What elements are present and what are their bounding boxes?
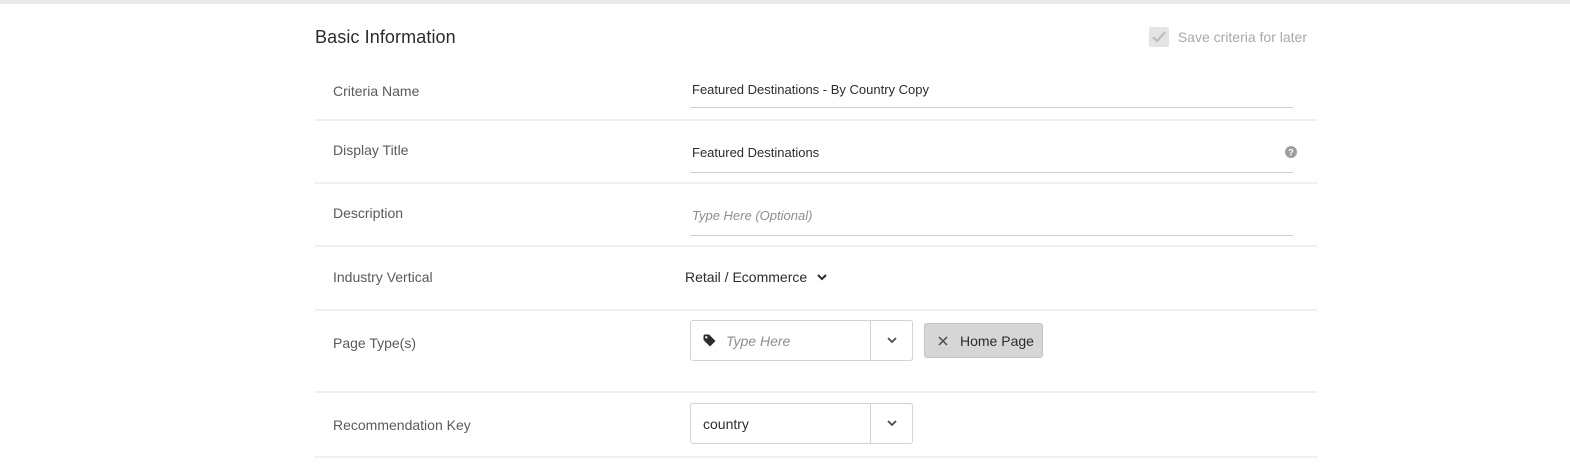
- description-placeholder: Type Here (Optional): [692, 208, 813, 223]
- display-title-input[interactable]: Featured Destinations: [690, 144, 1293, 173]
- recommendation-key-select[interactable]: country: [690, 403, 913, 444]
- display-title-row: Display Title Featured Destinations ?: [315, 121, 1317, 184]
- industry-vertical-value: Retail / Ecommerce: [685, 269, 808, 285]
- page-types-dropdown-button[interactable]: [870, 321, 912, 360]
- recommendation-key-label: Recommendation Key: [333, 417, 471, 433]
- recommendation-key-dropdown-button[interactable]: [870, 404, 912, 443]
- criteria-name-label: Criteria Name: [333, 83, 420, 99]
- question-circle-icon[interactable]: ?: [1285, 146, 1297, 158]
- chevron-down-icon: [886, 337, 897, 344]
- tag-icon: [703, 334, 716, 347]
- checkmark-icon: [1152, 31, 1166, 43]
- chevron-down-icon: [817, 273, 827, 280]
- chevron-down-icon: [886, 420, 897, 427]
- description-row: Description Type Here (Optional): [315, 184, 1317, 247]
- industry-vertical-dropdown[interactable]: Retail / Ecommerce: [685, 269, 827, 285]
- page-types-placeholder: Type Here: [726, 332, 791, 349]
- description-input[interactable]: Type Here (Optional): [690, 207, 1293, 236]
- svg-text:?: ?: [1288, 148, 1294, 158]
- display-title-label: Display Title: [333, 142, 409, 158]
- save-criteria-option[interactable]: Save criteria for later: [1148, 27, 1307, 47]
- recommendation-key-row: Recommendation Key country: [315, 393, 1317, 458]
- recommendation-key-value: country: [703, 415, 749, 432]
- page-types-row: Page Type(s) Type Here Home Page: [315, 311, 1317, 393]
- section-title: Basic Information: [315, 27, 456, 47]
- close-icon[interactable]: [938, 335, 948, 346]
- criteria-name-value: Featured Destinations - By Country Copy: [692, 82, 929, 97]
- page-type-tag: Home Page: [924, 323, 1043, 358]
- basic-information-panel: Basic Information Save criteria for late…: [315, 0, 1317, 472]
- industry-vertical-row: Industry Vertical Retail / Ecommerce: [315, 247, 1317, 311]
- description-label: Description: [333, 205, 404, 221]
- page-types-combobox[interactable]: Type Here: [690, 320, 913, 361]
- criteria-name-row: Criteria Name Featured Destinations - By…: [315, 60, 1317, 121]
- page-type-tag-label: Home Page: [960, 332, 1034, 349]
- save-criteria-checkbox[interactable]: [1148, 27, 1169, 47]
- industry-vertical-label: Industry Vertical: [333, 269, 433, 285]
- page-types-input[interactable]: Type Here: [691, 321, 870, 360]
- recommendation-key-value-box[interactable]: country: [691, 404, 870, 443]
- criteria-name-input[interactable]: Featured Destinations - By Country Copy: [690, 80, 1293, 108]
- page-types-label: Page Type(s): [333, 335, 417, 351]
- display-title-value: Featured Destinations: [692, 145, 820, 160]
- save-criteria-label: Save criteria for later: [1177, 29, 1307, 45]
